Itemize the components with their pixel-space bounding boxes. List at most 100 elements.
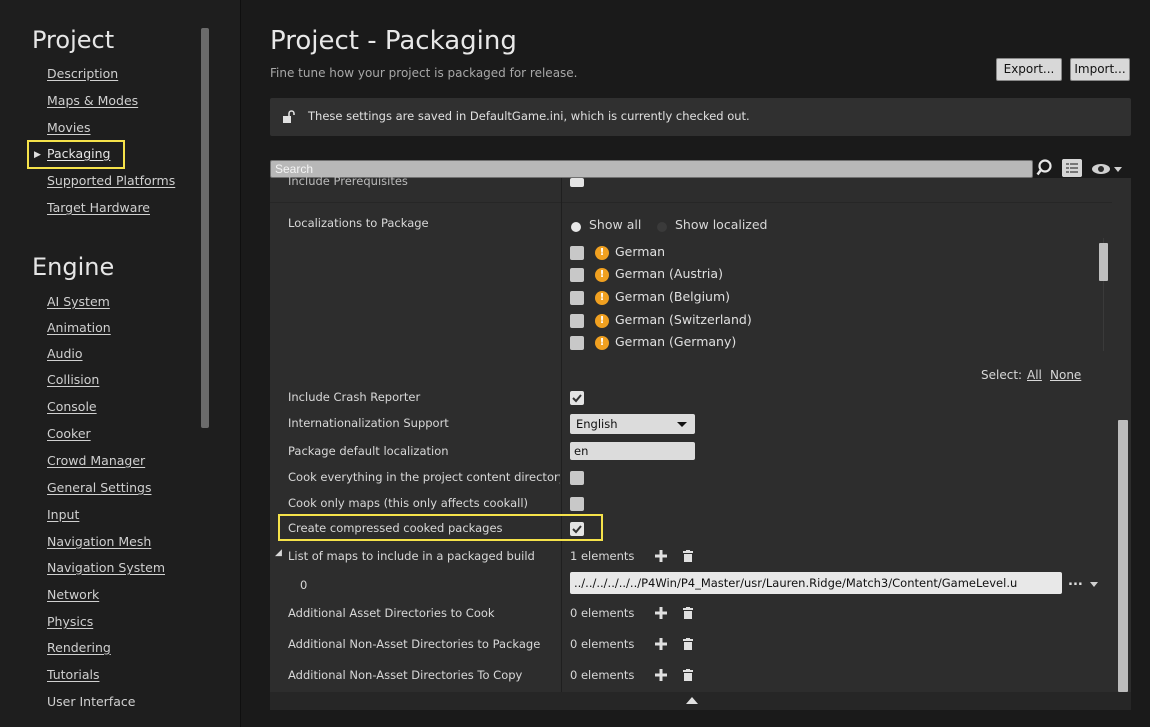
row-label-additional-asset-dirs: Additional Asset Directories to Cook [288,606,495,620]
warning-icon: ! [595,246,609,260]
sidebar-item-description[interactable]: Description [47,66,118,81]
show-all-radio[interactable] [571,222,581,232]
sidebar-item-audio[interactable]: Audio [47,346,83,361]
sidebar-item-user-interface[interactable]: User Interface [47,694,135,709]
localization-checkbox[interactable] [570,268,584,282]
select-all-link[interactable]: All [1027,368,1042,382]
create-compressed-checkbox[interactable] [570,522,584,536]
trash-icon[interactable] [683,550,693,562]
checkmark-icon [572,525,582,534]
show-all-label: Show all [589,217,642,232]
additional-asset-dirs-count: 0 elements [570,606,635,620]
localization-name: German (Belgium) [615,289,731,304]
plus-icon[interactable] [655,669,667,681]
row-label-additional-non-asset-copy: Additional Non-Asset Directories To Copy [288,668,523,682]
chevron-down-icon[interactable] [1090,582,1098,587]
sidebar-item-rendering[interactable]: Rendering [47,640,111,655]
localization-checkbox[interactable] [570,336,584,350]
sidebar-item-input[interactable]: Input [47,507,79,522]
sidebar-item-crowd-manager[interactable]: Crowd Manager [47,453,145,468]
trash-icon[interactable] [683,607,693,619]
sidebar-item-animation[interactable]: Animation [47,320,111,335]
internationalization-value: English [576,417,618,431]
sidebar-item-movies[interactable]: Movies [47,120,91,135]
checkmark-icon [572,394,582,403]
localization-checkbox[interactable] [570,291,584,305]
row-label-cook-only-maps: Cook only maps (this only affects cookal… [288,496,529,510]
warning-icon: ! [595,336,609,350]
row-label-internationalization-support: Internationalization Support [288,416,449,430]
sidebar-item-maps-modes[interactable]: Maps & Modes [47,93,138,108]
row-label-localizations: Localizations to Package [288,216,429,230]
localization-checkbox[interactable] [570,246,584,260]
export-button[interactable]: Export... [996,58,1062,81]
row-label-include-crash-reporter: Include Crash Reporter [288,390,421,404]
map-index: 0 [300,578,308,592]
localizations-list: ! German ! German (Austria) ! German (Be… [570,238,1104,353]
sidebar-item-supported-platforms[interactable]: Supported Platforms [47,173,175,188]
cook-everything-checkbox[interactable] [570,471,584,485]
list-of-maps-count: 1 elements [570,549,635,563]
select-label: Select: [981,368,1023,382]
sidebar-item-navigation-system[interactable]: Navigation System [47,560,165,575]
localization-name: German (Austria) [615,266,723,281]
plus-icon[interactable] [655,607,667,619]
sidebar-item-physics[interactable]: Physics [47,614,93,629]
row-separator [270,202,1112,203]
localization-name: German (Germany) [615,334,737,349]
trash-icon[interactable] [683,669,693,681]
sidebar-item-general-settings[interactable]: General Settings [47,480,152,495]
sidebar-item-packaging[interactable]: ▶ Packaging [27,140,125,169]
scroll-up-icon[interactable] [686,697,698,704]
row-label-package-default-localization: Package default localization [288,444,449,458]
sidebar-heading-engine: Engine [32,253,115,281]
sidebar-item-ai-system[interactable]: AI System [47,294,110,309]
details-panel: Include Prerequisites Localizations to P… [270,174,1131,710]
cook-only-maps-checkbox[interactable] [570,497,584,511]
internationalization-dropdown[interactable]: English [570,414,695,434]
select-none-link[interactable]: None [1050,368,1081,382]
map-path-input[interactable]: ../../../../../../P4Win/P4_Master/usr/La… [570,572,1062,594]
plus-icon[interactable] [655,550,667,562]
triangle-right-icon: ▶ [34,150,41,160]
search-icon[interactable] [1036,158,1056,178]
warning-icon: ! [595,291,609,305]
more-options-icon[interactable]: ... [1068,574,1083,589]
sidebar-item-console[interactable]: Console [47,399,97,414]
sidebar-item-tutorials[interactable]: Tutorials [47,667,99,682]
column-divider [561,178,562,692]
trash-icon[interactable] [683,638,693,650]
settings-sidebar: Project Description Maps & Modes Movies … [0,0,241,727]
warning-icon: ! [595,314,609,328]
show-localized-radio[interactable] [657,222,667,232]
settings-main: Project - Packaging Fine tune how your p… [242,0,1150,727]
sidebar-item-collision[interactable]: Collision [47,372,99,387]
sidebar-item-target-hardware[interactable]: Target Hardware [47,200,150,215]
sidebar-scrollbar[interactable] [201,28,209,428]
config-notice-text: These settings are saved in DefaultGame.… [308,109,750,123]
triangle-down-icon[interactable]: ◢ [275,548,282,558]
row-label-list-of-maps: List of maps to include in a packaged bu… [288,549,535,563]
include-prerequisites-checkbox[interactable] [570,178,584,187]
row-label-include-prerequisites: Include Prerequisites [288,174,408,188]
view-options-icon[interactable] [1062,159,1082,177]
sidebar-item-navigation-mesh[interactable]: Navigation Mesh [47,534,151,549]
include-crash-reporter-checkbox[interactable] [570,391,584,405]
chevron-down-icon [677,422,687,427]
sidebar-item-network[interactable]: Network [47,587,99,602]
plus-icon[interactable] [655,638,667,650]
details-panel-scrollbar[interactable] [1118,420,1128,692]
import-button[interactable]: Import... [1070,58,1130,81]
sidebar-item-cooker[interactable]: Cooker [47,426,91,441]
package-default-localization-input[interactable]: en [570,442,695,460]
page-subtitle: Fine tune how your project is packaged f… [270,66,578,80]
localization-name: German (Switzerland) [615,312,752,327]
row-label-cook-everything: Cook everything in the project content d… [288,470,560,484]
eye-icon[interactable] [1090,161,1124,177]
localization-checkbox[interactable] [570,314,584,328]
localizations-scrollbar[interactable] [1099,243,1108,281]
unlock-icon [283,110,295,123]
page-title: Project - Packaging [270,26,517,56]
warning-icon: ! [595,268,609,282]
additional-non-asset-package-count: 0 elements [570,637,635,651]
